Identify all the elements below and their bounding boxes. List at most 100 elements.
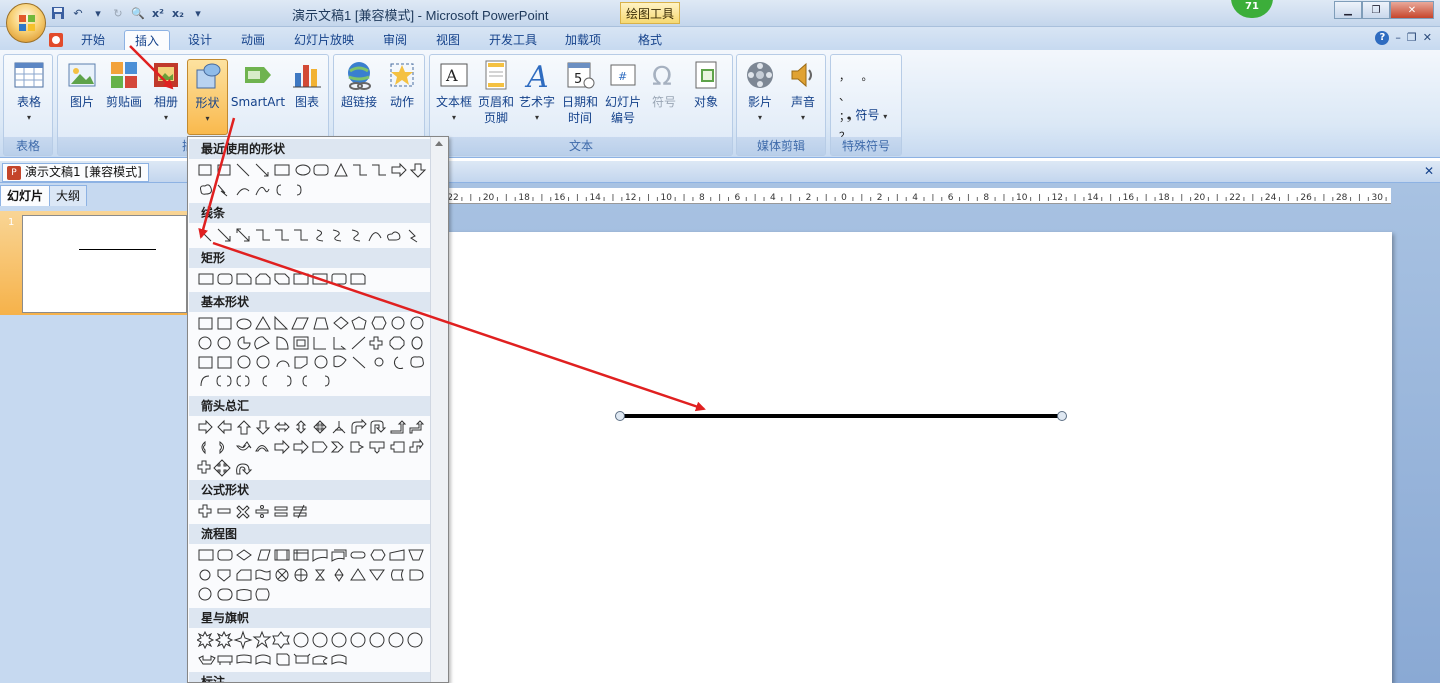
symbol-dot-icon: ❟ (846, 108, 852, 122)
slide-canvas[interactable] (442, 232, 1392, 683)
svg-text:5: 5 (574, 72, 582, 87)
sound-button[interactable]: 声音 ▾ (783, 59, 823, 126)
dropdown-arrow-icon: ▾ (534, 113, 539, 122)
section-equation-shapes: 公式形状 (189, 480, 430, 500)
wordart-icon: A (524, 60, 549, 91)
tab-addins[interactable]: 加载项 (554, 30, 612, 51)
line-start-handle[interactable] (615, 411, 625, 421)
print-preview-icon[interactable]: 🔍 (130, 5, 146, 21)
equation-shapes-icons[interactable] (197, 502, 432, 522)
slides-panel-tabs: 幻灯片 大纲 (0, 185, 88, 207)
thumbnail-line-shape (79, 249, 156, 250)
movie-label: 影片 (747, 95, 772, 109)
header-footer-button[interactable]: 页眉和 页脚 (476, 59, 516, 126)
office-button[interactable] (6, 3, 46, 43)
dropdown-arrow-icon: ▾ (451, 113, 456, 122)
photo-album-button[interactable]: 相册 ▾ (146, 59, 186, 126)
maximize-button[interactable]: ❐ (1362, 1, 1390, 19)
date-time-button[interactable]: 5 日期和 时间 (559, 59, 601, 126)
shapes-dropdown: 最近使用的形状 线条 矩形 基本形状 箭头总汇 公式形状 流程图 星与旗帜 标注 (187, 136, 449, 683)
dropdown-arrow-icon: ▾ (163, 113, 168, 122)
clipart-button[interactable]: 剪贴画 (104, 59, 144, 110)
addin-icon[interactable] (48, 30, 66, 51)
action-button[interactable]: 动作 (382, 59, 422, 110)
scroll-up-arrow-icon[interactable] (435, 141, 443, 146)
close-button[interactable]: ✕ (1390, 1, 1434, 19)
drawing-tools-context: 绘图工具 (620, 2, 681, 24)
tab-developer[interactable]: 开发工具 (478, 30, 548, 51)
tab-outline[interactable]: 大纲 (49, 185, 88, 206)
dropdown-scrollbar[interactable] (430, 137, 448, 682)
tab-view[interactable]: 视图 (424, 30, 472, 51)
minimize-button[interactable]: ▁ (1334, 1, 1362, 19)
document-close-icon[interactable]: ✕ (1424, 164, 1434, 178)
svg-text:A: A (524, 60, 549, 91)
customize-qat-icon[interactable]: ▾ (190, 5, 206, 21)
section-recent-shapes: 最近使用的形状 (189, 139, 430, 159)
ruler-label: 2 (877, 193, 883, 203)
tab-slides[interactable]: 幻灯片 (0, 185, 51, 206)
shape-row-rectangles (197, 270, 432, 290)
wordart-button[interactable]: A 艺术字 ▾ (516, 59, 558, 126)
document-tab[interactable]: P 演示文稿1 [兼容模式] (2, 163, 149, 182)
symbol-button[interactable]: Ω 符号 (644, 59, 684, 110)
tab-design[interactable]: 设计 (176, 30, 224, 51)
rectangle-shapes-icons[interactable] (197, 270, 432, 290)
recent-shapes-icons[interactable] (197, 161, 432, 205)
hyperlink-button[interactable]: 超链接 (338, 59, 380, 110)
ruler-label: 20 (483, 193, 495, 203)
help-icon[interactable]: ? (1375, 31, 1390, 45)
ruler-label: 12 (625, 193, 636, 203)
line-end-handle[interactable] (1057, 411, 1067, 421)
section-lines: 线条 (189, 203, 430, 223)
ruler-label: 18 (518, 193, 530, 203)
line-shapes-icons[interactable] (197, 226, 432, 246)
shapes-button[interactable]: 形状 ▾ (187, 59, 228, 135)
save-icon[interactable] (50, 5, 66, 21)
tab-insert[interactable]: 插入 (124, 30, 170, 51)
textbox-button[interactable]: A 文本框 ▾ (432, 59, 476, 126)
calendar-icon: 5 (567, 62, 595, 89)
dropdown-icon[interactable]: ▾ (90, 5, 106, 21)
slide-number-button[interactable]: # 幻灯片 编号 (602, 59, 644, 126)
slide-thumbnail-row[interactable]: 1 (0, 211, 187, 315)
superscript-icon[interactable]: x² (150, 5, 166, 21)
ruler-label: 4 (770, 193, 776, 203)
svg-text:#: # (618, 70, 627, 83)
clipart-icon (111, 62, 137, 88)
section-rectangles: 矩形 (189, 248, 430, 268)
group-label-text: 文本 (430, 137, 732, 155)
picture-button[interactable]: 图片 (62, 59, 102, 110)
undo-icon[interactable]: ↶ (70, 5, 86, 21)
tab-format[interactable]: 格式 (622, 30, 678, 51)
table-button[interactable]: 表格 ▾ (8, 59, 50, 126)
movie-button[interactable]: 影片 ▾ (739, 59, 781, 126)
ribbon-minimize-icon[interactable]: – (1395, 31, 1401, 45)
subscript-icon[interactable]: x₂ (170, 5, 186, 21)
slide-thumbnail[interactable] (22, 215, 187, 313)
redo-icon[interactable]: ↻ (110, 5, 126, 21)
shape-row-flowchart (197, 546, 432, 601)
section-callouts: 标注 (189, 672, 430, 682)
floating-badge[interactable]: 71 (1231, 0, 1273, 18)
flowchart-shapes-icons[interactable] (197, 546, 432, 610)
ribbon-restore-icon[interactable]: ❐ (1407, 31, 1417, 45)
ruler-label: 18 (1158, 193, 1170, 203)
chart-button[interactable]: 图表 (287, 59, 327, 110)
basic-shapes-icons[interactable] (197, 314, 432, 398)
tab-slideshow[interactable]: 幻灯片放映 (284, 30, 364, 51)
object-button[interactable]: 对象 (685, 59, 727, 110)
smartart-button[interactable]: SmartArt (230, 59, 286, 110)
ruler-ticks: 22 20 18 16 14 12 10 8 6 4 2 0 2 4 6 8 10 12 14 16 18 20 22 24 2… (449, 193, 1387, 203)
special-symbol-button[interactable]: ❟ 符号 ▾ (837, 107, 897, 125)
ruler-label: 30 (1371, 193, 1383, 203)
tab-animation[interactable]: 动画 (229, 30, 277, 51)
tab-review[interactable]: 审阅 (372, 30, 418, 51)
star-shapes-icons[interactable] (197, 630, 432, 674)
shape-row-basic (197, 314, 432, 387)
group-label-tables: 表格 (4, 137, 52, 155)
shape-row-equation (197, 502, 432, 522)
arrow-shapes-icons[interactable] (197, 418, 432, 482)
tab-home[interactable]: 开始 (70, 30, 116, 51)
ribbon-close-icon[interactable]: ✕ (1423, 31, 1432, 45)
